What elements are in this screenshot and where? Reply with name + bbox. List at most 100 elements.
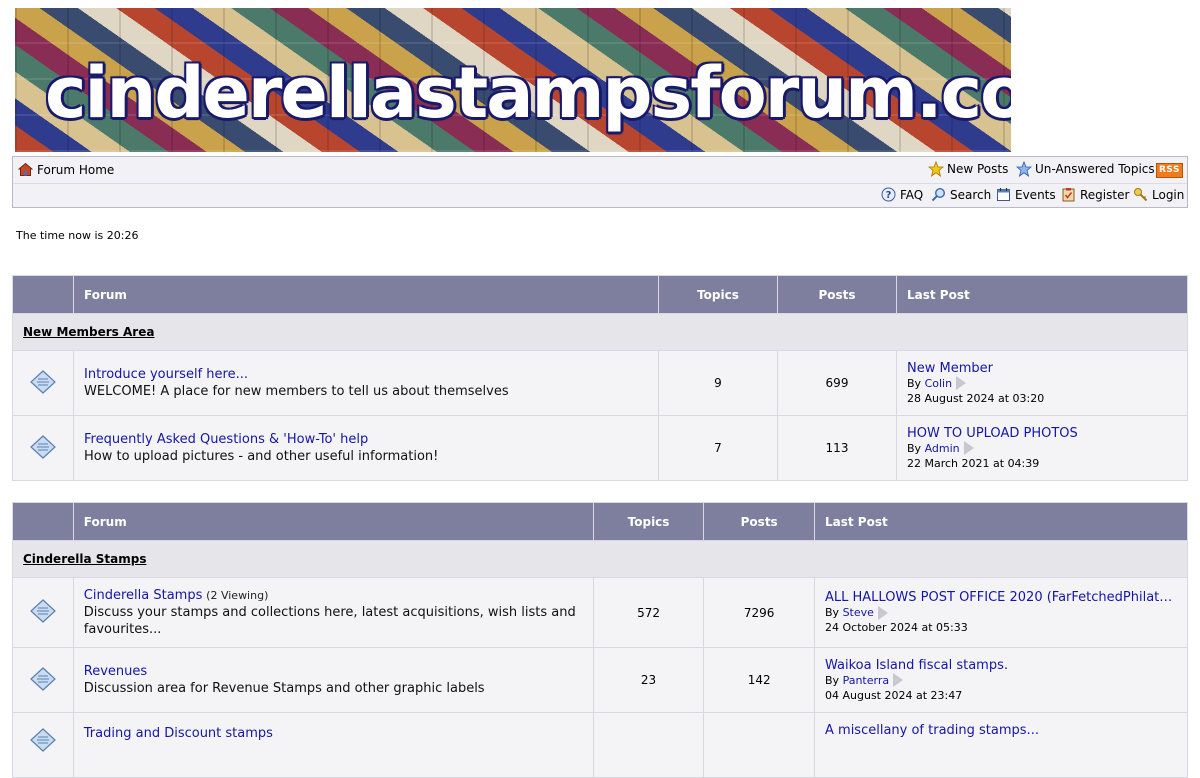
forum-info-cell: Trading and Discount stamps xyxy=(72,712,594,778)
forum-info-cell: Frequently Asked Questions & 'How-To' he… xyxy=(73,415,659,481)
header-topics: Topics xyxy=(592,502,705,541)
events-label: Events xyxy=(1015,187,1056,202)
search-icon xyxy=(931,187,946,202)
forum-title-link[interactable]: Revenues xyxy=(84,664,147,679)
forum-info-cell: Cinderella Stamps (2 Viewing) Discuss yo… xyxy=(72,577,594,648)
posts-count: 699 xyxy=(777,350,897,416)
go-to-last-post-arrow-icon[interactable] xyxy=(963,441,974,455)
last-post-user-link[interactable]: Colin xyxy=(925,377,953,390)
forum-title-link[interactable]: Trading and Discount stamps xyxy=(84,726,273,741)
last-post-title-link[interactable]: ALL HALLOWS POST OFFICE 2020 (FarFetched… xyxy=(825,590,1177,605)
last-post-title-link[interactable]: New Member xyxy=(907,361,1177,376)
login-link[interactable]: Login xyxy=(1133,187,1184,202)
category-cell: New Members Area xyxy=(12,313,1188,351)
last-post-user-link[interactable]: Admin xyxy=(925,442,960,455)
forum-read-icon xyxy=(29,369,57,395)
unanswered-topics-link[interactable]: Un-Answered Topics xyxy=(1015,160,1155,177)
svg-text:?: ? xyxy=(886,190,892,201)
topics-count: 7 xyxy=(658,415,778,481)
forum-description: Discussion area for Revenue Stamps and o… xyxy=(83,681,485,696)
login-label: Login xyxy=(1152,187,1185,202)
forum-description: Discuss your stamps and collections here… xyxy=(83,605,576,637)
category-link-new-members[interactable]: New Members Area xyxy=(23,325,154,339)
last-post-cell: Waikoa Island fiscal stamps. By Panterra… xyxy=(814,647,1188,713)
forum-icon-cell xyxy=(12,577,74,648)
site-banner[interactable]: cinderellastampsforum.com xyxy=(15,8,1011,152)
events-link[interactable]: Events xyxy=(996,187,1056,202)
last-post-by: By Admin xyxy=(907,442,960,455)
calendar-icon xyxy=(996,187,1011,202)
rss-feed-link[interactable]: RSS xyxy=(1156,163,1183,178)
last-post-cell: A miscellany of trading stamps... xyxy=(814,712,1188,778)
forum-read-icon xyxy=(29,434,57,460)
topics-count: 9 xyxy=(658,350,778,416)
go-to-last-post-arrow-icon[interactable] xyxy=(877,605,888,620)
forum-title-link[interactable]: Frequently Asked Questions & 'How-To' he… xyxy=(84,432,368,447)
last-post-cell: HOW TO UPLOAD PHOTOS By Admin 22 March 2… xyxy=(896,415,1188,481)
clipboard-icon xyxy=(1061,187,1076,202)
faq-link[interactable]: ? FAQ xyxy=(881,187,923,202)
last-post-date: 22 March 2021 at 04:39 xyxy=(907,456,1040,470)
header-last-post: Last Post xyxy=(896,275,1188,314)
category-link-cinderella-stamps[interactable]: Cinderella Stamps xyxy=(23,552,146,566)
header-posts: Posts xyxy=(703,502,815,541)
last-post-by: By Colin xyxy=(907,377,952,390)
header-icon-col xyxy=(12,275,74,314)
forum-icon-cell xyxy=(12,350,74,416)
go-to-last-post-arrow-icon[interactable] xyxy=(893,673,904,687)
last-post-by: By Panterra xyxy=(825,674,889,687)
forum-read-icon xyxy=(29,727,57,753)
posts-count: 7296 xyxy=(703,577,815,648)
home-icon xyxy=(17,162,34,177)
category-cell: Cinderella Stamps xyxy=(12,540,1188,578)
last-post-cell: New Member By Colin 28 August 2024 at 03… xyxy=(896,350,1188,416)
forum-table-cinderella-stamps: Forum Topics Posts Last Post Cinderella … xyxy=(12,502,1188,778)
by-prefix: By xyxy=(907,441,922,455)
unanswered-topics-label: Un-Answered Topics xyxy=(1035,161,1155,176)
last-post-user-link[interactable]: Steve xyxy=(843,606,874,619)
last-post-title-link[interactable]: Waikoa Island fiscal stamps. xyxy=(825,658,1177,673)
forum-read-icon xyxy=(29,598,57,624)
rss-icon: RSS xyxy=(1156,163,1183,178)
table-row: Trading and Discount stamps A miscellany… xyxy=(12,712,1188,778)
forum-icon-cell xyxy=(12,647,74,713)
topics-count: 23 xyxy=(592,647,705,713)
header-icon-col xyxy=(12,502,74,541)
category-row: New Members Area xyxy=(12,313,1188,351)
table-row: Frequently Asked Questions & 'How-To' he… xyxy=(12,415,1188,481)
last-post-title-link[interactable]: HOW TO UPLOAD PHOTOS xyxy=(907,426,1177,441)
key-icon xyxy=(1133,187,1148,202)
nav-bar: Forum Home New Posts Un-Answered Topics … xyxy=(12,156,1188,208)
forum-description: How to upload pictures - and other usefu… xyxy=(84,449,439,464)
register-label: Register xyxy=(1080,187,1130,202)
last-post-title-link[interactable]: A miscellany of trading stamps... xyxy=(825,723,1177,738)
last-post-cell: ALL HALLOWS POST OFFICE 2020 (FarFetched… xyxy=(814,577,1188,648)
register-link[interactable]: Register xyxy=(1061,187,1129,202)
table-header-row: Forum Topics Posts Last Post xyxy=(12,275,1188,314)
blue-star-icon xyxy=(1015,160,1033,177)
forum-description: WELCOME! A place for new members to tell… xyxy=(84,384,509,399)
last-post-by: By Steve xyxy=(825,606,874,619)
forum-home-link[interactable]: Forum Home xyxy=(17,162,115,177)
forum-icon-cell xyxy=(12,712,74,778)
go-to-last-post-arrow-icon[interactable] xyxy=(956,376,967,390)
forum-info-cell: Introduce yourself here... WELCOME! A pl… xyxy=(73,350,659,416)
topics-count: 572 xyxy=(592,577,705,648)
header-topics: Topics xyxy=(658,275,778,314)
forum-info-cell: Revenues Discussion area for Revenue Sta… xyxy=(72,647,594,713)
by-prefix: By xyxy=(825,673,840,687)
new-posts-label: New Posts xyxy=(947,161,1009,176)
forum-title-link[interactable]: Introduce yourself here... xyxy=(84,367,248,382)
forum-title-link[interactable]: Cinderella Stamps xyxy=(84,588,203,603)
help-question-icon: ? xyxy=(881,187,896,202)
new-posts-link[interactable]: New Posts xyxy=(927,160,1009,177)
last-post-date: 24 October 2024 at 05:33 xyxy=(825,621,968,634)
by-prefix: By xyxy=(907,376,922,390)
current-time-text: The time now is 20:26 xyxy=(16,229,139,242)
header-forum: Forum xyxy=(73,275,659,314)
last-post-user-link[interactable]: Panterra xyxy=(843,674,890,687)
topics-count xyxy=(592,712,705,778)
forum-home-label: Forum Home xyxy=(37,162,115,177)
header-forum: Forum xyxy=(72,502,594,541)
search-link[interactable]: Search xyxy=(931,187,991,202)
